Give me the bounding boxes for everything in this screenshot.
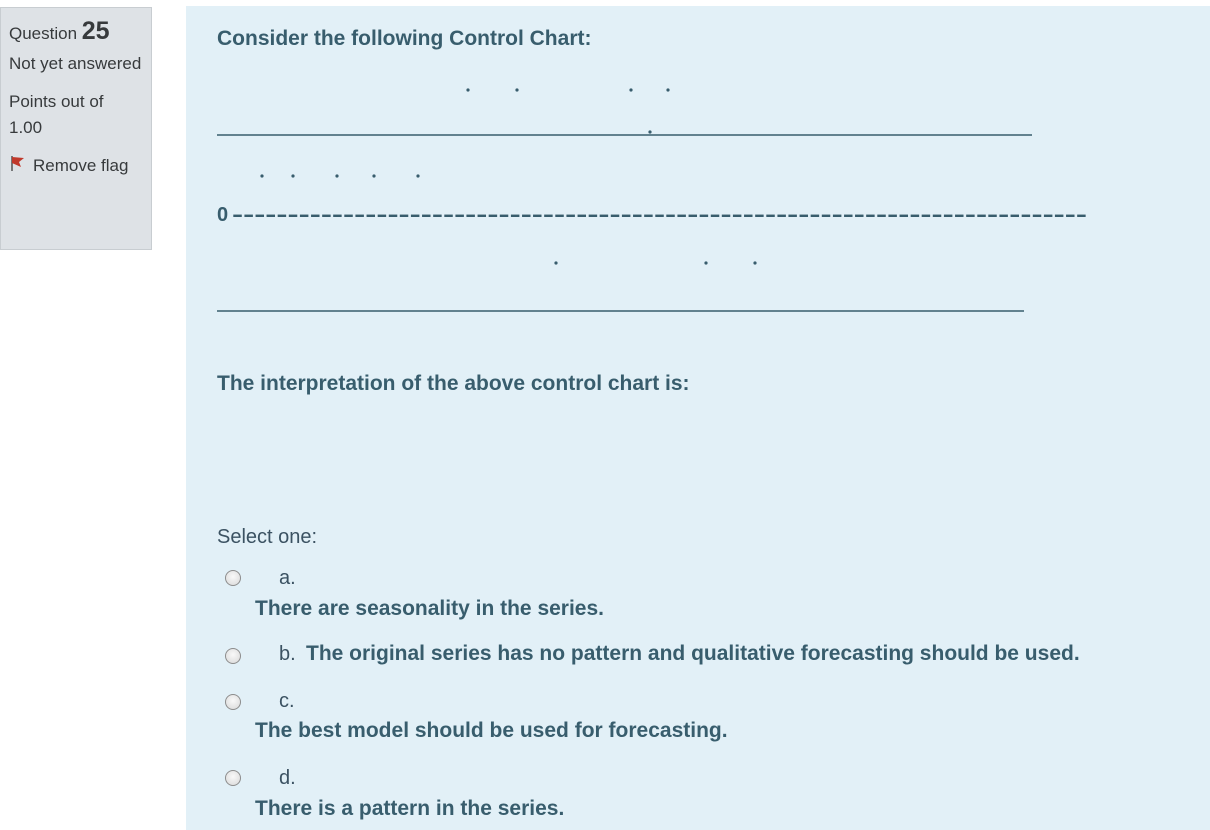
chart-point-middle: [372, 174, 376, 178]
question-content: Consider the following Control Chart: 0 …: [186, 6, 1210, 830]
chart-point-middle: [416, 174, 420, 178]
chart-zero-label: 0: [217, 204, 228, 226]
chart-point-upper: [629, 88, 633, 92]
flag-icon: [9, 154, 27, 180]
chart-center-line: ----------------------------------------…: [232, 204, 1087, 226]
option-a-letter: a.: [279, 567, 296, 589]
chart-point-upper: [666, 88, 670, 92]
question-number: Question 25: [9, 18, 143, 47]
question-state: Not yet answered: [9, 54, 142, 73]
chart-point-middle: [260, 174, 264, 178]
question-label: Question: [9, 24, 78, 43]
option-c-letter: c.: [279, 690, 295, 712]
grade-label: Points out of: [9, 92, 104, 111]
option-b-text: The original series has no pattern and q…: [306, 642, 1080, 665]
chart-point-lower: [753, 261, 757, 265]
question-info-panel: Question 25 Not yet answered Points out …: [0, 7, 152, 250]
chart-point-upper: [466, 88, 470, 92]
option-c-text: The best model should be used for foreca…: [255, 719, 728, 742]
option-d-letter: d.: [279, 767, 296, 789]
option-d-radio[interactable]: [225, 770, 241, 786]
question-number-value: 25: [81, 17, 110, 45]
option-a-radio[interactable]: [225, 570, 241, 586]
remove-flag-label: Remove flag: [33, 156, 129, 175]
chart-point-middle: [335, 174, 339, 178]
option-b-letter: b.: [279, 643, 296, 665]
control-chart: 0 --------------------------------------…: [217, 88, 1087, 312]
chart-point-on-limit: [648, 130, 652, 134]
chart-point-middle: [291, 174, 295, 178]
option-b-radio[interactable]: [225, 648, 241, 664]
select-one-prompt: Select one:: [217, 526, 318, 548]
chart-point-upper: [515, 88, 519, 92]
option-c-radio[interactable]: [225, 694, 241, 710]
question-interpretation: The interpretation of the above control …: [217, 372, 690, 395]
option-d-text: There is a pattern in the series.: [255, 797, 565, 820]
question-grade: Points out of 1.00: [9, 89, 143, 141]
chart-point-lower: [554, 261, 558, 265]
chart-point-lower: [704, 261, 708, 265]
option-a-text: There are seasonality in the series.: [255, 597, 605, 620]
remove-flag-button[interactable]: Remove flag: [9, 153, 143, 180]
grade-value: 1.00: [9, 118, 43, 137]
